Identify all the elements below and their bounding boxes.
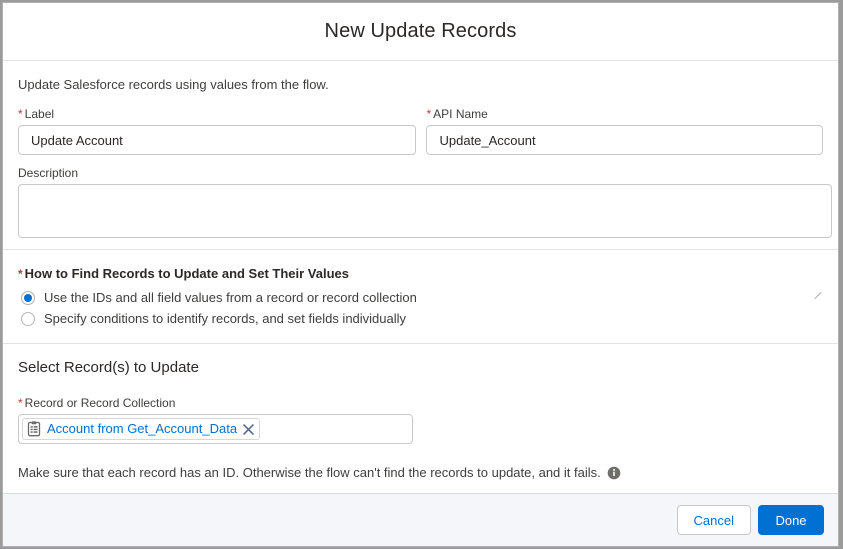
required-asterisk: * xyxy=(18,267,23,281)
description-field-group: Description xyxy=(18,166,832,238)
selected-record-pill-label: Account from Get_Account_Data xyxy=(47,421,238,436)
intro-description: Update Salesforce records using values f… xyxy=(18,77,329,92)
name-fields-row: * Label * API Name xyxy=(18,107,823,155)
done-button[interactable]: Done xyxy=(758,505,824,535)
api-name-field-group: * API Name xyxy=(426,107,823,155)
api-name-input[interactable] xyxy=(426,125,823,155)
general-info-section: Update Salesforce records using values f… xyxy=(3,61,838,300)
close-icon[interactable] xyxy=(243,423,255,435)
description-textarea[interactable] xyxy=(18,184,832,238)
record-collection-label-wrap: * Record or Record Collection xyxy=(18,396,823,414)
how-to-find-records-section: * How to Find Records to Update and Set T… xyxy=(3,250,838,343)
label-input[interactable] xyxy=(18,125,417,155)
api-name-field-label-wrap: * API Name xyxy=(426,107,823,125)
required-asterisk: * xyxy=(18,396,23,410)
radio-option-use-ids-label: Use the IDs and all field values from a … xyxy=(44,289,417,305)
modal-footer: Cancel Done xyxy=(3,493,838,546)
required-asterisk: * xyxy=(426,107,432,121)
selected-record-pill[interactable]: Account from Get_Account_Data xyxy=(22,418,261,440)
record-id-help-text: Make sure that each record has an ID. Ot… xyxy=(18,465,601,480)
api-name-field-label: API Name xyxy=(433,107,488,121)
required-asterisk: * xyxy=(18,107,23,121)
radio-unselected-icon[interactable] xyxy=(21,311,35,326)
radio-option-specify-conditions[interactable]: Specify conditions to identify records, … xyxy=(18,308,823,329)
how-to-find-records-legend-text: How to Find Records to Update and Set Th… xyxy=(24,266,349,281)
record-collection-icon xyxy=(27,421,41,437)
label-field-label: Label xyxy=(24,107,55,121)
record-collection-label: Record or Record Collection xyxy=(24,396,176,410)
how-to-find-records-legend: * How to Find Records to Update and Set T… xyxy=(18,266,823,281)
modal-header: New Update Records xyxy=(3,3,838,61)
record-collection-combobox[interactable]: Account from Get_Account_Data xyxy=(18,414,413,444)
select-records-section: Select Record(s) to Update * Record or R… xyxy=(3,344,838,481)
radio-option-specify-conditions-label: Specify conditions to identify records, … xyxy=(44,310,407,326)
description-field-label: Description xyxy=(18,166,79,180)
radio-option-use-ids[interactable]: Use the IDs and all field values from a … xyxy=(18,287,823,308)
new-update-records-modal: New Update Records Update Salesforce rec… xyxy=(2,2,839,547)
select-records-heading: Select Record(s) to Update xyxy=(18,359,199,376)
label-field-group: * Label xyxy=(18,107,417,155)
radio-selected-icon[interactable] xyxy=(21,290,35,305)
page-title: New Update Records xyxy=(324,20,517,42)
record-id-help-row: Make sure that each record has an ID. Ot… xyxy=(18,444,823,481)
info-icon[interactable] xyxy=(607,466,621,480)
cancel-button[interactable]: Cancel xyxy=(676,505,751,535)
modal-body: Update Salesforce records using values f… xyxy=(3,61,838,493)
label-field-label-wrap: * Label xyxy=(18,107,416,125)
